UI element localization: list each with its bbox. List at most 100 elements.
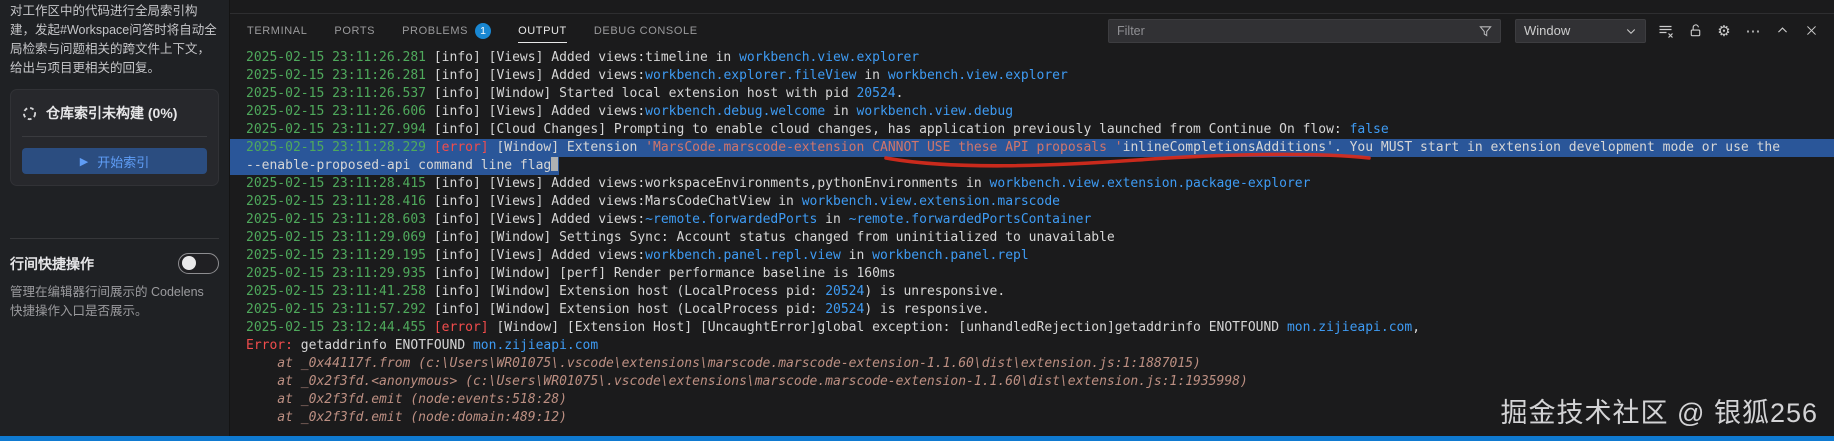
log-text: --enable-proposed-api command line flag xyxy=(246,158,551,173)
output-log[interactable]: 2025-02-15 23:11:26.281 [info] [Views] A… xyxy=(230,46,1834,436)
log-link[interactable]: workbench.panel.repl xyxy=(872,248,1029,263)
log-link[interactable]: workbench.view.extension.package-explore… xyxy=(990,176,1311,191)
log-lines: 2025-02-15 23:11:26.281 [info] [Views] A… xyxy=(230,49,1834,427)
log-line[interactable]: 2025-02-15 23:11:28.229 [error] [Window]… xyxy=(230,139,1834,157)
log-text: [Window] [Extension Host] [UncaughtError… xyxy=(489,320,1287,335)
log-line[interactable]: --enable-proposed-api command line flag xyxy=(230,157,559,175)
log-text: 2025-02-15 23:11:29.195 xyxy=(246,248,434,263)
problems-count-badge: 1 xyxy=(475,23,491,39)
log-text: [info] [Views] Added views:workspaceEnvi… xyxy=(434,176,990,191)
log-line[interactable]: at _0x44117f.from (c:\Users\WR01075\.vsc… xyxy=(230,355,1834,373)
log-line[interactable]: 2025-02-15 23:11:29.069 [info] [Window] … xyxy=(230,229,1834,247)
log-line[interactable]: 2025-02-15 23:11:29.195 [info] [Views] A… xyxy=(230,247,1834,265)
log-text: 2025-02-15 23:11:41.258 xyxy=(246,284,434,299)
close-panel-icon[interactable] xyxy=(1802,22,1820,40)
log-link[interactable]: mon.zijieapi.com xyxy=(473,338,598,353)
log-line[interactable]: 2025-02-15 23:11:28.603 [info] [Views] A… xyxy=(230,211,1834,229)
log-text: 2025-02-15 23:11:29.069 xyxy=(246,230,434,245)
tab-label: OUTPUT xyxy=(518,25,567,37)
log-link[interactable]: 20524 xyxy=(825,284,864,299)
unlock-icon[interactable] xyxy=(1686,22,1704,40)
log-link[interactable]: ~remote.forwardedPortsContainer xyxy=(849,212,1092,227)
log-line[interactable]: 2025-02-15 23:11:41.258 [info] [Window] … xyxy=(230,283,1834,301)
tab-terminal[interactable]: TERMINAL xyxy=(247,14,307,47)
log-line[interactable]: 2025-02-15 23:11:28.415 [info] [Views] A… xyxy=(230,175,1834,193)
log-text: 2025-02-15 23:11:28.229 xyxy=(246,140,434,155)
tab-debug-console[interactable]: DEBUG CONSOLE xyxy=(594,14,698,47)
workspace-index-description: 对工作区中的代码进行全局索引构建，发起#Workspace问答时将自动全局检索与… xyxy=(10,2,219,78)
divider xyxy=(10,238,219,239)
log-text: at _0x2f3fd.<anonymous> (c:\Users\WR0107… xyxy=(246,374,1248,389)
tab-ports[interactable]: PORTS xyxy=(334,14,375,47)
log-text: 2025-02-15 23:11:28.416 xyxy=(246,194,434,209)
tab-label: DEBUG CONSOLE xyxy=(594,25,698,37)
log-text: 2025-02-15 23:11:28.603 xyxy=(246,212,434,227)
log-text: in xyxy=(857,68,888,83)
log-line[interactable]: 2025-02-15 23:11:26.537 [info] [Window] … xyxy=(230,85,1834,103)
output-channel-select[interactable]: Window xyxy=(1515,19,1646,43)
log-text: in xyxy=(825,104,856,119)
log-link[interactable]: 20524 xyxy=(856,86,895,101)
log-link[interactable]: workbench.view.explorer xyxy=(888,68,1068,83)
codelens-toggle[interactable] xyxy=(178,253,219,274)
log-text: 2025-02-15 23:11:26.606 xyxy=(246,104,434,119)
text-cursor xyxy=(551,157,558,171)
vscode-window: 对工作区中的代码进行全局索引构建，发起#Workspace问答时将自动全局检索与… xyxy=(0,0,1834,441)
output-filter xyxy=(1108,19,1501,43)
log-text: [info] [Window] Extension host (LocalPro… xyxy=(434,302,825,317)
play-icon: ▶ xyxy=(80,155,88,168)
log-text: 2025-02-15 23:12:44.455 xyxy=(246,320,434,335)
log-link[interactable]: workbench.view.debug xyxy=(857,104,1014,119)
log-text: at _0x2f3fd.emit (node:domain:489:12) xyxy=(246,410,567,425)
log-line[interactable]: 2025-02-15 23:11:57.292 [info] [Window] … xyxy=(230,301,1834,319)
log-line[interactable]: 2025-02-15 23:11:26.606 [info] [Views] A… xyxy=(230,103,1834,121)
tab-problems[interactable]: PROBLEMS1 xyxy=(402,14,491,47)
more-actions-icon[interactable]: ⋯ xyxy=(1744,22,1762,40)
log-link[interactable]: workbench.panel.repl.view xyxy=(645,248,841,263)
log-text: [info] [Window] Started local extension … xyxy=(434,86,857,101)
chevron-up-icon[interactable] xyxy=(1773,22,1791,40)
log-text: , xyxy=(1412,320,1420,335)
log-line[interactable]: 2025-02-15 23:12:44.455 [error] [Window]… xyxy=(230,319,1834,337)
log-text: [info] [Window] Extension host (LocalPro… xyxy=(434,284,825,299)
filter-input[interactable] xyxy=(1109,20,1500,42)
log-text: ) is unresponsive. xyxy=(864,284,1005,299)
log-line[interactable]: 2025-02-15 23:11:26.281 [info] [Views] A… xyxy=(230,67,1834,85)
log-link[interactable]: workbench.view.explorer xyxy=(739,50,919,65)
log-line[interactable]: at _0x2f3fd.<anonymous> (c:\Users\WR0107… xyxy=(230,373,1834,391)
log-text: at _0x2f3fd.emit (node:events:518:28) xyxy=(246,392,567,407)
log-link[interactable]: false xyxy=(1350,122,1389,137)
log-link[interactable]: ~remote.forwardedPorts xyxy=(645,212,817,227)
log-text: [error] xyxy=(434,140,489,155)
log-text: [info] [Window] Settings Sync: Account s… xyxy=(434,230,1115,245)
log-line[interactable]: 2025-02-15 23:11:29.935 [info] [Window] … xyxy=(230,265,1834,283)
log-text: . xyxy=(896,86,904,101)
start-index-button[interactable]: ▶ 开始索引 xyxy=(22,148,207,174)
log-text: 2025-02-15 23:11:57.292 xyxy=(246,302,434,317)
tab-output[interactable]: OUTPUT xyxy=(518,14,567,47)
log-text: 'MarsCode.marscode-extension CANNOT USE … xyxy=(645,140,1122,155)
tab-label: TERMINAL xyxy=(247,25,307,37)
log-link[interactable]: workbench.debug.welcome xyxy=(645,104,825,119)
log-link[interactable]: 20524 xyxy=(825,302,864,317)
log-text: [info] [Views] Added views: xyxy=(434,104,645,119)
log-link[interactable]: workbench.explorer.fileView xyxy=(645,68,856,83)
log-text: Error: xyxy=(246,338,293,353)
settings-gear-icon[interactable]: ⚙ xyxy=(1715,22,1733,40)
log-line[interactable]: 2025-02-15 23:11:27.994 [info] [Cloud Ch… xyxy=(230,121,1834,139)
log-text: 2025-02-15 23:11:26.537 xyxy=(246,86,434,101)
log-text: [error] xyxy=(434,320,489,335)
log-text: in xyxy=(841,248,872,263)
log-line[interactable]: 2025-02-15 23:11:28.416 [info] [Views] A… xyxy=(230,193,1834,211)
log-text: 2025-02-15 23:11:27.994 xyxy=(246,122,434,137)
clear-output-icon[interactable] xyxy=(1657,22,1675,40)
log-line[interactable]: 2025-02-15 23:11:26.281 [info] [Views] A… xyxy=(230,49,1834,67)
spinner-icon xyxy=(22,106,37,121)
log-text: [info] [Views] Added views: xyxy=(434,212,645,227)
log-text: in xyxy=(817,212,848,227)
watermark-text: 掘金技术社区 @ 银狐256 xyxy=(1501,391,1818,430)
log-line[interactable]: Error: getaddrinfo ENOTFOUND mon.zijieap… xyxy=(230,337,1834,355)
log-text: 2025-02-15 23:11:29.935 xyxy=(246,266,434,281)
log-link[interactable]: workbench.view.extension.marscode xyxy=(802,194,1060,209)
log-link[interactable]: mon.zijieapi.com xyxy=(1287,320,1412,335)
